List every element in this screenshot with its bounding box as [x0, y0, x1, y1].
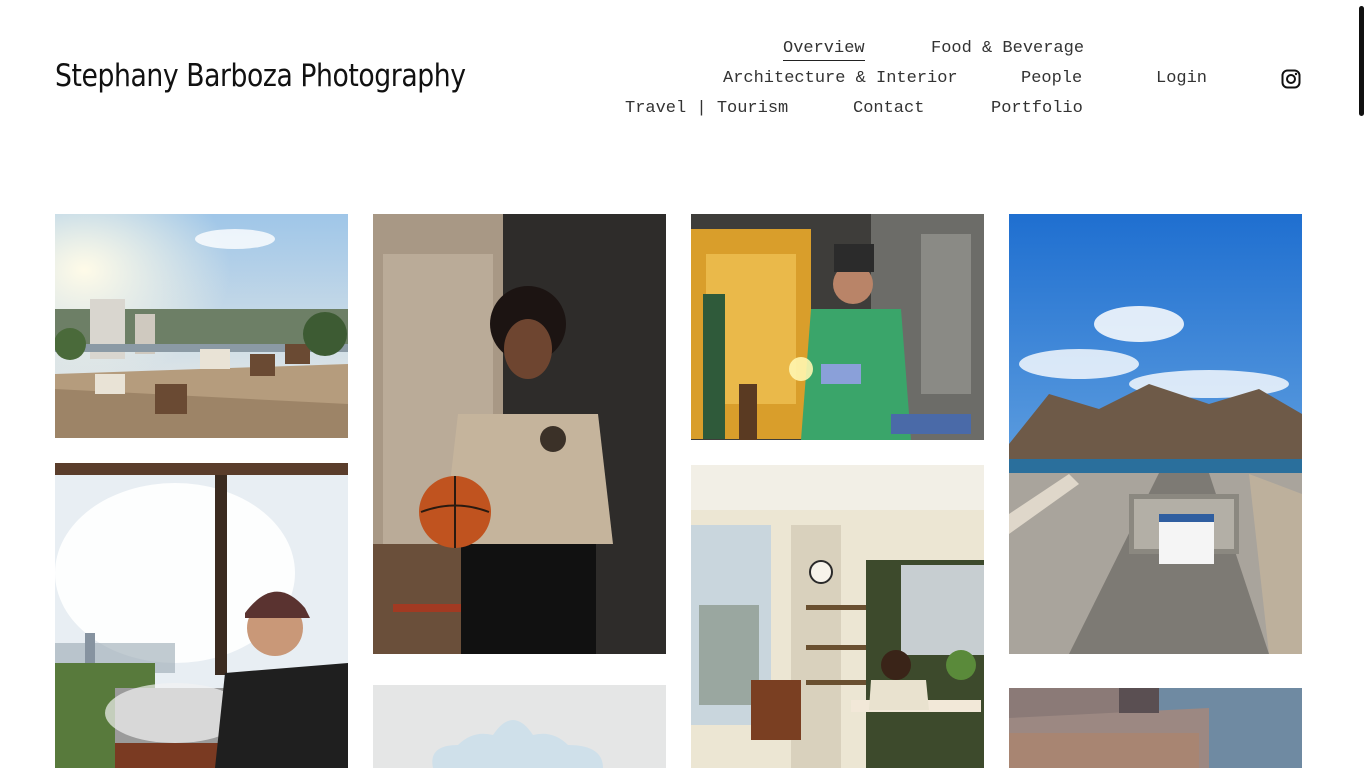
photo-rooftop-terrace[interactable]	[55, 214, 348, 438]
nav-overview[interactable]: Overview	[783, 38, 865, 61]
photo-harbor-mountains[interactable]	[1009, 214, 1302, 654]
page-scrollbar[interactable]	[1358, 0, 1366, 768]
photo-cloud-cutout[interactable]	[373, 685, 666, 768]
nav-food-beverage[interactable]: Food & Beverage	[931, 38, 1084, 60]
photo-boy-basketball[interactable]	[373, 214, 666, 654]
photo-chef-grill[interactable]	[55, 463, 348, 768]
nav-people[interactable]: People	[1021, 68, 1082, 90]
nav-travel-tourism[interactable]: Travel | Tourism	[625, 98, 788, 120]
nav-architecture-interior[interactable]: Architecture & Interior	[723, 68, 958, 90]
nav-contact[interactable]: Contact	[853, 98, 924, 120]
nav-login[interactable]: Login	[1156, 68, 1207, 90]
photo-welder[interactable]	[691, 214, 984, 440]
photo-office-kitchen[interactable]	[691, 465, 984, 768]
photo-building-facade[interactable]	[1009, 688, 1302, 768]
scrollbar-thumb[interactable]	[1359, 6, 1364, 116]
nav-portfolio[interactable]: Portfolio	[991, 98, 1083, 120]
instagram-icon[interactable]	[1281, 69, 1301, 89]
site-title[interactable]: Stephany Barboza Photography	[55, 58, 466, 94]
